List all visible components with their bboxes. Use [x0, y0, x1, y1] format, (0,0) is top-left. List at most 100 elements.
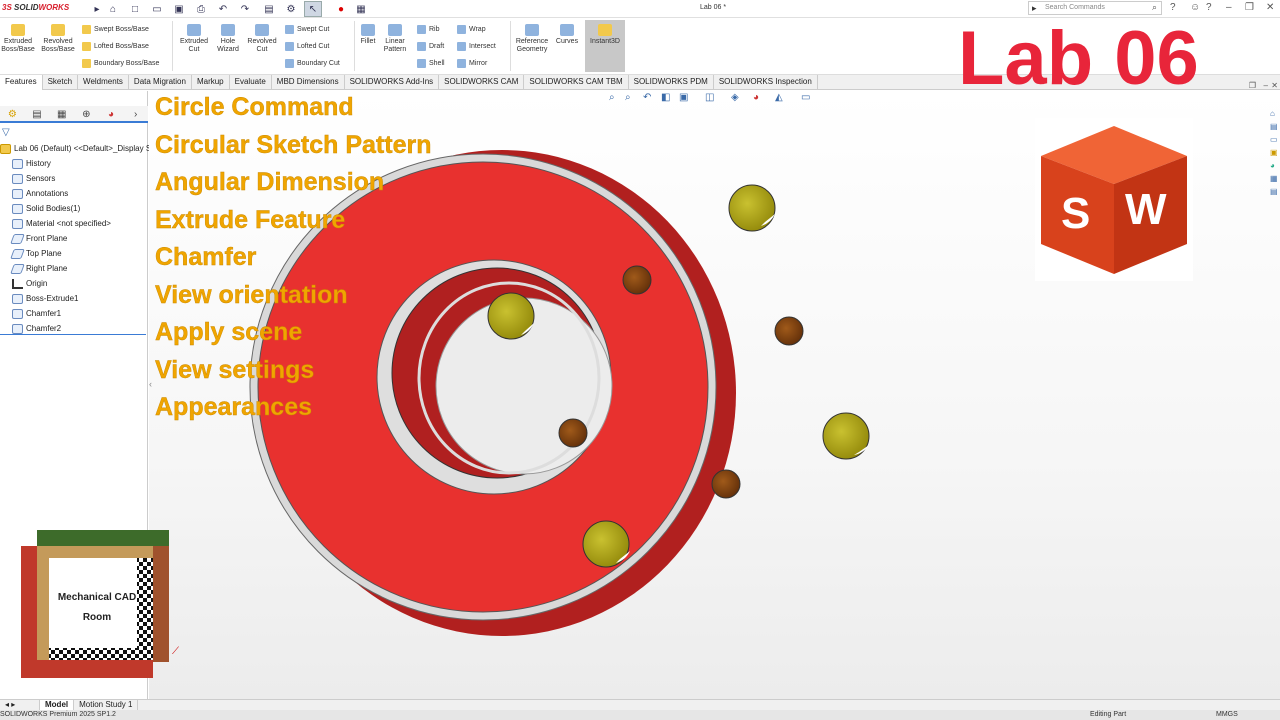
solidworks-forum-icon[interactable]: ▤	[1270, 187, 1280, 196]
tree-item-right-plane[interactable]: Right Plane	[10, 261, 67, 276]
revolved-boss-button[interactable]: Revolved Boss/Base	[38, 24, 78, 54]
mirror-button[interactable]: Mirror	[457, 59, 487, 68]
tab-motion-study-1[interactable]: Motion Study 1	[74, 700, 139, 710]
lofted-boss-label: Lofted Boss/Base	[94, 43, 149, 50]
swept-cut-label: Swept Cut	[297, 26, 330, 33]
tree-item-sensors[interactable]: Sensors	[12, 171, 55, 186]
tree-item-material[interactable]: Material <not specified>	[12, 216, 111, 231]
instant3d-button[interactable]: Instant3D	[585, 20, 625, 72]
tree-item-solid-bodies[interactable]: Solid Bodies(1)	[12, 201, 80, 216]
tab-weldments[interactable]: Weldments	[78, 75, 129, 90]
tab-cam[interactable]: SOLIDWORKS CAM	[439, 75, 525, 90]
tab-evaluate[interactable]: Evaluate	[230, 75, 272, 90]
home-icon[interactable]: ⌂	[106, 1, 120, 17]
appearances-icon[interactable]: ◕	[1270, 161, 1280, 170]
draft-button[interactable]: Draft	[417, 42, 444, 51]
view-palette-icon[interactable]: ▣	[1270, 148, 1280, 157]
tab-sketch[interactable]: Sketch	[43, 75, 79, 90]
search-commands-input[interactable]: ▸ Search Commands ⌕	[1028, 1, 1162, 15]
redo-icon[interactable]: ↷	[238, 1, 252, 17]
more-tabs-icon[interactable]: ›	[123, 106, 148, 123]
tab-data-migration[interactable]: Data Migration	[129, 75, 192, 90]
linear-pattern-button[interactable]: Linear Pattern	[381, 24, 409, 54]
restore-icon[interactable]: ❐	[1245, 2, 1254, 13]
document-title: Lab 06 *	[700, 4, 727, 11]
swept-cut-button[interactable]: Swept Cut	[285, 25, 329, 34]
fillet-button[interactable]: Fillet	[357, 24, 379, 46]
tree-root[interactable]: Lab 06 (Default) <<Default>_Display S	[0, 141, 151, 156]
wrap-button[interactable]: Wrap	[457, 25, 486, 34]
viewport-close-icon[interactable]: ✕	[1271, 81, 1278, 90]
bottom-nav-arrows[interactable]: ◂ ▸	[0, 700, 40, 710]
rebuild-icon[interactable]: ▤	[262, 1, 276, 17]
user-icon[interactable]: ☺	[1190, 2, 1200, 13]
traffic-light-icon[interactable]: ●	[334, 1, 348, 17]
status-units[interactable]: MMGS	[1216, 710, 1238, 720]
design-library-icon[interactable]: ▤	[1270, 122, 1280, 131]
help-dropdown-icon[interactable]: ?	[1206, 2, 1212, 13]
options-gear-icon[interactable]: ⚙	[284, 1, 298, 17]
dimxpert-tab-icon[interactable]: ⊕	[74, 106, 99, 123]
tab-cam-tbm[interactable]: SOLIDWORKS CAM TBM	[524, 75, 629, 90]
tree-item-chamfer1[interactable]: Chamfer1	[12, 306, 61, 321]
expand-icon[interactable]: ▸	[92, 1, 102, 17]
property-manager-tab-icon[interactable]: ▤	[25, 106, 50, 123]
extruded-boss-button[interactable]: Extruded Boss/Base	[0, 24, 36, 54]
boundary-boss-button[interactable]: Boundary Boss/Base	[82, 59, 159, 68]
window-icon[interactable]: ▦	[354, 1, 368, 17]
tree-item-history[interactable]: History	[12, 156, 51, 171]
custom-properties-icon[interactable]: ▦	[1270, 174, 1280, 183]
feature-manager-tab-icon[interactable]: ⚙	[0, 106, 25, 123]
shell-button[interactable]: Shell	[417, 59, 445, 68]
tree-item-label: Front Plane	[26, 234, 68, 243]
tree-item-label: Chamfer1	[26, 309, 62, 318]
tree-item-front-plane[interactable]: Front Plane	[10, 231, 68, 246]
help-icon[interactable]: ?	[1170, 2, 1176, 13]
extrude-icon	[11, 24, 25, 36]
boundary-cut-button[interactable]: Boundary Cut	[285, 59, 340, 68]
tab-mbd-dimensions[interactable]: MBD Dimensions	[272, 75, 345, 90]
viewport-minimize-icon[interactable]: –	[1264, 81, 1268, 90]
extruded-cut-button[interactable]: Extruded Cut	[176, 24, 212, 54]
viewport-restore-icon[interactable]: ❐	[1249, 81, 1256, 90]
close-icon[interactable]: ✕	[1266, 2, 1274, 13]
save-icon[interactable]: ▣	[172, 1, 186, 17]
tree-item-top-plane[interactable]: Top Plane	[10, 246, 62, 261]
display-manager-tab-icon[interactable]: ◕	[99, 106, 124, 123]
mirror-label: Mirror	[469, 60, 488, 67]
tab-inspection[interactable]: SOLIDWORKS Inspection	[714, 75, 818, 90]
curves-button[interactable]: Curves	[554, 24, 580, 46]
task-pane-strip: ⌂ ▤ ▭ ▣ ◕ ▦ ▤	[1270, 109, 1280, 196]
lofted-cut-button[interactable]: Lofted Cut	[285, 42, 329, 51]
intersect-label: Intersect	[469, 43, 496, 50]
annotations-icon	[12, 188, 23, 199]
intersect-button[interactable]: Intersect	[457, 42, 496, 51]
search-icon[interactable]: ⌕	[1152, 2, 1157, 13]
swept-boss-button[interactable]: Swept Boss/Base	[82, 25, 149, 34]
tab-model[interactable]: Model	[40, 700, 75, 710]
tab-pdm[interactable]: SOLIDWORKS PDM	[629, 75, 714, 90]
select-cursor-icon[interactable]: ↖	[304, 1, 322, 17]
tree-rollback-bar[interactable]	[0, 334, 146, 335]
tab-markup[interactable]: Markup	[192, 75, 230, 90]
tree-item-origin[interactable]: Origin	[12, 276, 47, 291]
hole-wizard-label: Hole Wizard	[217, 38, 239, 53]
tree-item-annotations[interactable]: Annotations	[12, 186, 68, 201]
tab-features[interactable]: Features	[0, 75, 43, 90]
minimize-icon[interactable]: –	[1226, 2, 1232, 13]
print-icon[interactable]: ⎙	[194, 1, 208, 17]
resources-icon[interactable]: ⌂	[1270, 109, 1280, 118]
new-document-icon[interactable]: □	[128, 1, 142, 17]
file-explorer-icon[interactable]: ▭	[1270, 135, 1280, 144]
tab-addins[interactable]: SOLIDWORKS Add-Ins	[345, 75, 440, 90]
hole-wizard-button[interactable]: Hole Wizard	[213, 24, 243, 54]
lofted-boss-button[interactable]: Lofted Boss/Base	[82, 42, 149, 51]
rib-button[interactable]: Rib	[417, 25, 440, 34]
reference-geometry-button[interactable]: Reference Geometry	[513, 24, 551, 54]
configuration-manager-tab-icon[interactable]: ▦	[49, 106, 74, 123]
filter-icon[interactable]: ▽	[2, 127, 10, 138]
revolved-cut-button[interactable]: Revolved Cut	[245, 24, 279, 54]
tree-item-boss-extrude1[interactable]: Boss-Extrude1	[12, 291, 78, 306]
open-folder-icon[interactable]: ▭	[150, 1, 164, 17]
undo-icon[interactable]: ↶	[216, 1, 230, 17]
